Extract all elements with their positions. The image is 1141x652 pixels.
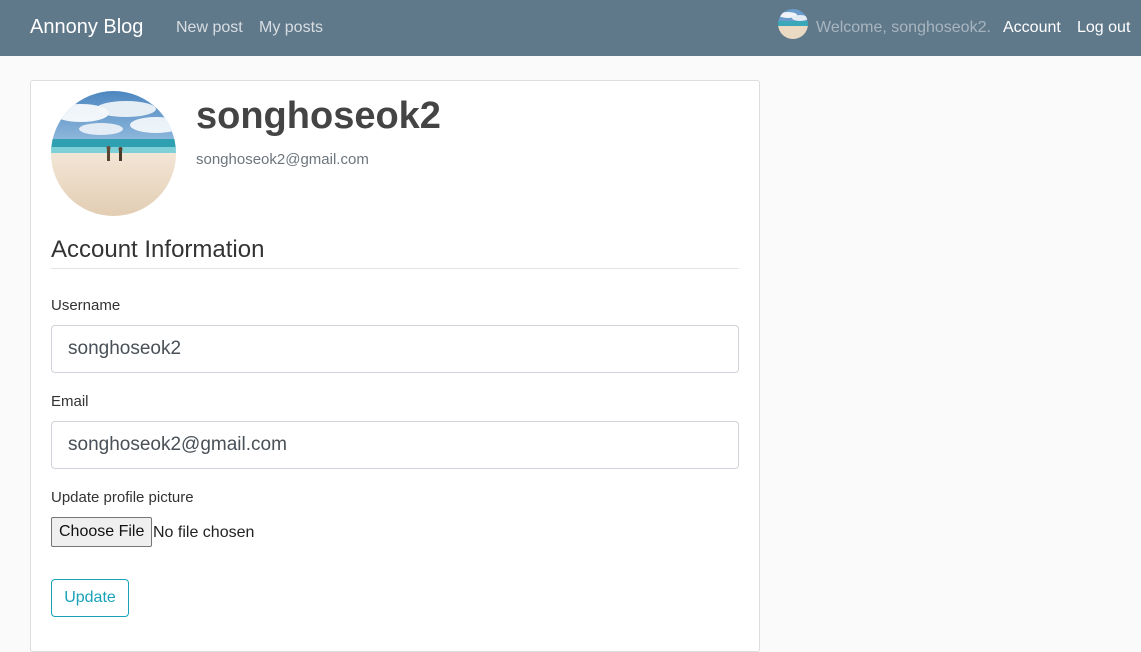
account-card: songhoseok2 songhoseok2@gmail.com Accoun… <box>30 80 760 652</box>
new-post-link[interactable]: New post <box>176 19 243 37</box>
logout-link[interactable]: Log out <box>1077 19 1130 37</box>
username-label: Username <box>51 297 121 314</box>
nav-avatar-icon <box>778 9 808 39</box>
file-status-text: No file chosen <box>153 524 255 541</box>
welcome-text: Welcome, songhoseok2. <box>816 19 991 36</box>
account-username-heading: songhoseok2 <box>196 95 441 137</box>
email-label: Email <box>51 393 89 410</box>
account-link[interactable]: Account <box>1003 19 1061 37</box>
account-info-legend: Account Information <box>51 236 739 269</box>
username-field[interactable] <box>51 325 739 373</box>
top-navbar: Annony Blog New post My posts Welcome, s… <box>0 0 1141 56</box>
profile-avatar <box>51 91 176 216</box>
email-field[interactable] <box>51 421 739 469</box>
picture-label: Update profile picture <box>51 489 194 506</box>
choose-file-button[interactable]: Choose File <box>51 517 153 547</box>
brand-link[interactable]: Annony Blog <box>30 16 143 39</box>
update-button[interactable]: Update <box>51 579 129 617</box>
my-posts-link[interactable]: My posts <box>259 19 323 37</box>
account-email-text: songhoseok2@gmail.com <box>196 151 369 168</box>
